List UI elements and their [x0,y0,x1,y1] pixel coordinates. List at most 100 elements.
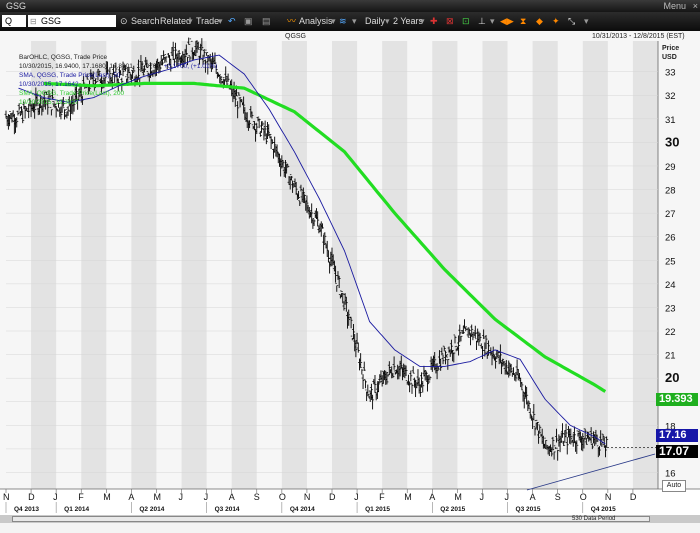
x-month-label: D [630,492,637,502]
draw-line-icon[interactable]: ⊥ [478,16,486,27]
analysis-icon[interactable]: 〰 [287,16,296,27]
month-band [582,41,608,489]
legend-sma50-value: 10/30/2015, 17.1642 [19,81,79,88]
x-month-label: M [153,492,161,502]
search-icon[interactable]: ⊙ [120,16,128,27]
legend-sma200-name: SMA, QGSG, Trade Price(Last), 200 [19,90,125,97]
x-month-label: J [53,492,58,502]
x-quarter-label: Q2 2015 [440,506,465,513]
y-tick-label: 29 [665,162,676,173]
month-band [432,41,458,489]
x-quarter-label: Q3 2015 [516,506,541,513]
scrollbar-track[interactable]: 530 Data Period [0,515,700,523]
y-tick-label: 23 [665,303,676,314]
analysis-button[interactable]: Analysis [299,16,333,27]
interval-dropdown-icon[interactable]: ▾ [385,16,390,27]
symbol-type-dropdown[interactable]: Q [2,15,26,27]
studies-icon[interactable]: ≋ [339,16,347,27]
y-tick-label: 30 [665,134,679,149]
month-band [482,41,508,489]
month-band [81,41,107,489]
month-band [382,41,408,489]
analysis-dropdown-icon[interactable]: ▾ [331,16,336,27]
price-axis-label: Price USD [662,44,679,62]
x-month-label: J [179,492,184,502]
x-month-label: O [580,492,587,502]
x-month-label: A [530,492,536,502]
auto-scale-button[interactable]: Auto [662,480,686,492]
x-month-label: N [605,492,612,502]
sma200-price-tag: 19.393 [656,393,698,406]
x-month-label: J [354,492,359,502]
window-title: GSG [6,1,27,11]
search-button[interactable]: Search [131,16,160,27]
legend-bar-name: BarOHLC, QGSG, Trade Price [19,54,108,61]
y-tick-label: 33 [665,68,676,79]
bar-style-icon[interactable]: ⊡ [462,16,470,27]
up-down-icon[interactable]: ◆ [536,16,543,27]
month-band [332,41,358,489]
link-icon: ⊟ [30,17,37,26]
y-tick-label: 24 [665,280,676,291]
x-quarter-label: Q3 2014 [215,506,240,513]
x-quarter-label: Q4 2015 [591,506,616,513]
price-label: Price [662,45,680,52]
currency-label: USD [662,54,677,61]
x-month-label: J [505,492,510,502]
trade-dropdown-icon[interactable]: ▾ [218,16,223,27]
cursor-dropdown-icon[interactable]: ▾ [584,16,589,27]
crosshair-icon[interactable]: ⤡ [568,16,575,27]
y-tick-label: 16 [665,468,676,479]
x-month-label: D [329,492,336,502]
y-tick-label: 26 [665,233,676,244]
symbol-input[interactable]: GSG [28,15,116,27]
x-month-label: A [229,492,235,502]
x-month-label: M [454,492,462,502]
chart-area[interactable]: 161718192021222324252627282930313233 NDJ… [0,31,700,533]
x-month-label: N [304,492,311,502]
draw-dropdown-icon[interactable]: ▾ [490,16,495,27]
x-month-label: F [78,492,84,502]
legend: BarOHLC, QGSG, Trade Price 10/30/2015, 1… [19,53,217,107]
x-month-label: A [429,492,435,502]
compare-icon[interactable]: ⊠ [446,16,454,27]
x-month-label: J [204,492,209,502]
range-dropdown-icon[interactable]: ▾ [420,16,425,27]
x-quarter-label: Q4 2013 [14,506,39,513]
y-tick-label: 22 [665,327,676,338]
interval-dropdown[interactable]: Daily [365,16,385,27]
print-icon[interactable]: ▤ [262,16,271,27]
zoom-icon[interactable]: ⧗ [520,16,526,27]
y-tick-label: 31 [665,115,676,126]
undo-icon[interactable]: ↶ [228,16,236,27]
scroll-left-icon[interactable]: ◀▶ [500,16,514,27]
y-tick-label: 20 [665,370,679,385]
x-month-label: J [479,492,484,502]
y-tick-label: 28 [665,186,676,197]
x-quarter-label: Q4 2014 [290,506,315,513]
date-range: 10/31/2013 - 12/8/2015 (EST) [592,33,685,40]
legend-sma50-name: SMA, QGSG, Trade Price(Last), 50 [19,72,121,79]
menu-button[interactable]: Menu [663,0,686,12]
scrollbar-thumb[interactable] [12,516,650,522]
save-icon[interactable]: ▣ [244,16,253,27]
x-month-label: S [254,492,260,502]
y-tick-label: 27 [665,209,676,220]
close-icon[interactable]: × [693,0,698,12]
x-month-label: A [128,492,134,502]
studies-dropdown-icon[interactable]: ▾ [352,16,357,27]
trade-button[interactable]: Trade [196,16,219,27]
x-month-label: M [404,492,412,502]
x-quarter-label: Q1 2015 [365,506,390,513]
x-month-label: O [279,492,286,502]
legend-change: +0.1700, (+1.01%) [163,63,218,70]
chart-type-icon[interactable]: ✚ [430,16,438,27]
title-bar: GSG Menu × [0,0,700,12]
sma50-price-tag: 17.16 [656,429,698,442]
reset-icon[interactable]: ✦ [552,16,560,27]
legend-bar-values: 10/30/2015, 16.9400, 17.1680, 16.8801, 1… [19,62,217,71]
related-dropdown-icon[interactable]: ▾ [188,16,193,27]
related-button[interactable]: Related [160,16,191,27]
y-tick-label: 21 [665,351,676,362]
range-dropdown[interactable]: 2 Years [393,16,423,27]
